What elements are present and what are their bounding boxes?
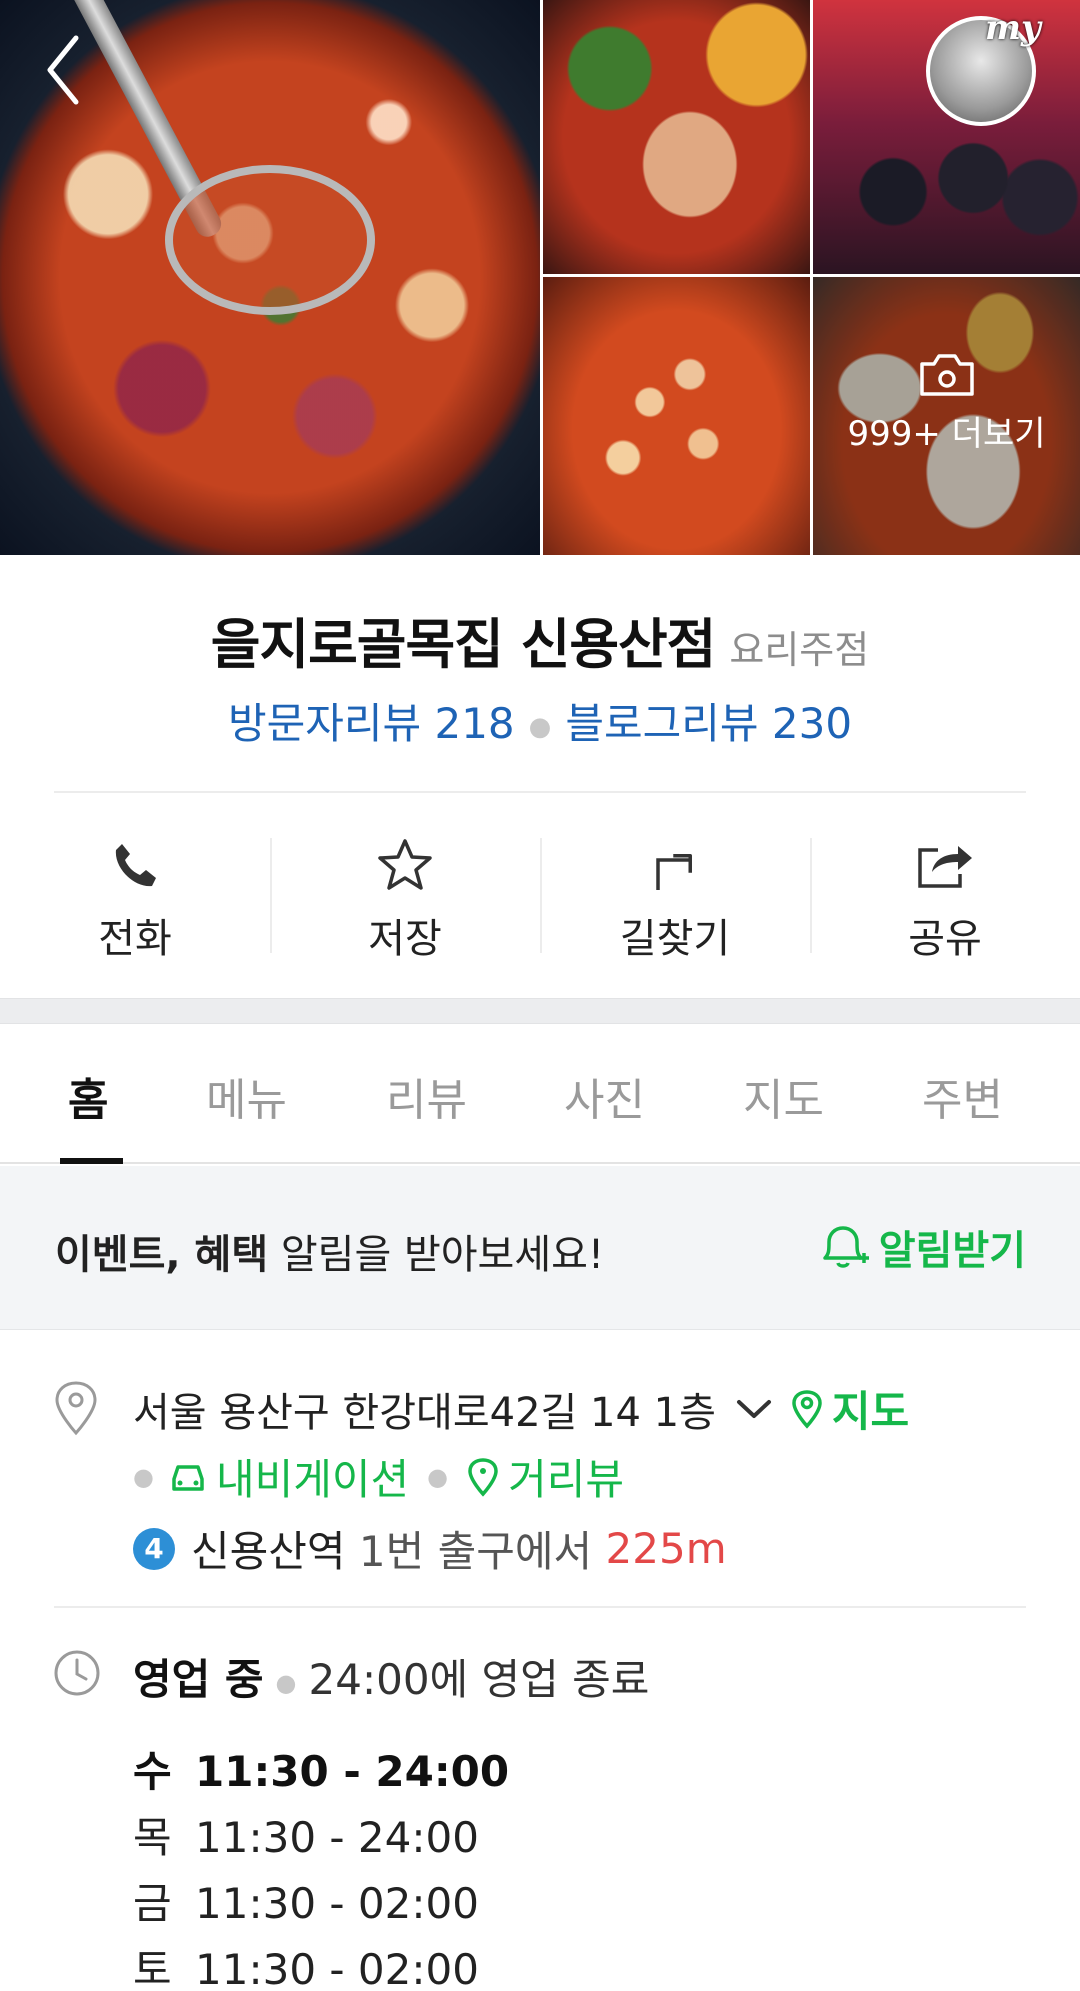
separator-dot: ● <box>133 1462 154 1491</box>
station-name: 신용산역 <box>191 1527 346 1576</box>
separator-dot: ● <box>427 1462 449 1491</box>
save-label: 저장 <box>368 916 442 962</box>
hours-time: 11:30 - 02:00 <box>195 1879 479 1928</box>
hours-time: 11:30 - 02:00 <box>195 1945 479 1991</box>
car-icon <box>172 1464 204 1491</box>
tab-reviews[interactable]: 리뷰 <box>386 1064 467 1128</box>
visitor-reviews-link[interactable]: 방문자리뷰 218 <box>228 699 515 748</box>
hours-row-today: 수 11:30 - 24:00 <box>133 1738 509 1804</box>
place-name: 을지로골목집 신용산점 <box>210 613 717 676</box>
navigation-label: 내비게이션 <box>215 1455 410 1504</box>
tab-home[interactable]: 홈 <box>68 1064 108 1128</box>
chevron-left-icon <box>47 35 79 105</box>
share-button[interactable]: 공유 <box>810 820 1080 970</box>
share-label: 공유 <box>908 916 982 962</box>
tab-nearby[interactable]: 주변 <box>922 1064 1003 1128</box>
place-category: 요리주점 <box>729 628 870 672</box>
bell-plus-icon <box>823 1226 869 1268</box>
hours-day: 수 <box>133 1747 172 1796</box>
hours-row: 금 11:30 - 02:00 <box>133 1870 509 1936</box>
divider <box>54 1606 1026 1608</box>
hours-day: 토 <box>133 1945 172 1991</box>
review-links: 방문자리뷰 218 ● 블로그리뷰 230 <box>0 690 1080 751</box>
active-tab-indicator <box>60 1158 123 1164</box>
share-icon <box>918 846 972 888</box>
directions-button[interactable]: 길찾기 <box>540 820 810 970</box>
more-photos-label: 999+ 더보기 <box>847 414 1046 454</box>
back-button[interactable] <box>44 30 104 110</box>
save-button[interactable]: 저장 <box>270 820 540 970</box>
star-icon <box>378 839 432 890</box>
address-links-row: ● 내비게이션 ● 거리뷰 <box>133 1446 624 1507</box>
subscribe-alerts-button[interactable]: 알림받기 <box>819 1218 1026 1276</box>
notification-text: 이벤트, 혜택 알림을 받아보세요! <box>55 1222 604 1280</box>
distance-text: 225m <box>605 1524 727 1573</box>
map-link[interactable]: 지도 <box>790 1378 909 1439</box>
subway-line-badge: 4 <box>133 1527 175 1570</box>
hours-day: 금 <box>133 1879 172 1928</box>
address-text: 서울 용산구 한강대로42길 14 1층 <box>133 1389 716 1436</box>
my-badge: my <box>985 8 1041 48</box>
closing-time: 24:00에 영업 종료 <box>308 1655 650 1704</box>
directions-icon <box>656 854 692 890</box>
map-link-label: 지도 <box>831 1387 910 1436</box>
phone-icon <box>115 844 156 887</box>
notification-banner: 이벤트, 혜택 알림을 받아보세요! 알림받기 <box>0 1166 1080 1330</box>
call-button[interactable]: 전화 <box>0 820 270 970</box>
subway-row: 4 신용산역 1번 출구에서 225m <box>133 1518 727 1579</box>
streetview-label: 거리뷰 <box>508 1455 625 1504</box>
call-label: 전화 <box>98 916 172 962</box>
navigation-link[interactable]: 내비게이션 <box>168 1446 409 1507</box>
more-photos-button[interactable]: 999+ 더보기 <box>813 352 1080 455</box>
open-status: 영업 중 <box>133 1655 264 1704</box>
clock-icon <box>54 1650 100 1696</box>
street-pin-icon <box>468 1457 498 1497</box>
map-pin-icon <box>792 1389 822 1429</box>
streetview-link[interactable]: 거리뷰 <box>466 1446 624 1507</box>
divider <box>54 791 1026 793</box>
camera-icon <box>919 354 974 396</box>
ladle-bowl-graphic <box>165 165 375 315</box>
tab-bar: 홈 메뉴 리뷰 사진 지도 주변 <box>0 1024 1080 1164</box>
directions-label: 길찾기 <box>619 916 731 962</box>
photo-thumb-1[interactable] <box>543 0 810 274</box>
business-status[interactable]: 영업 중 ● 24:00에 영업 종료 <box>133 1646 649 1707</box>
hours-list: 수 11:30 - 24:00 목 11:30 - 24:00 금 11:30 - 0… <box>133 1738 509 1991</box>
hours-time: 11:30 - 24:00 <box>195 1813 479 1862</box>
place-header: 을지로골목집 신용산점 요리주점 <box>0 600 1080 679</box>
exit-text: 1번 출구에서 <box>345 1527 606 1576</box>
hours-row: 토 11:30 - 02:00 <box>133 1936 509 1991</box>
tab-photos[interactable]: 사진 <box>564 1064 645 1128</box>
notification-bold-text: 이벤트, 혜택 <box>55 1232 269 1278</box>
separator-dot: ● <box>528 711 552 742</box>
location-pin-icon <box>55 1381 97 1436</box>
address-row: 서울 용산구 한강대로42길 14 1층 지도 <box>133 1378 909 1439</box>
notification-rest-text: 알림을 받아보세요! <box>268 1232 604 1278</box>
tab-map[interactable]: 지도 <box>743 1064 824 1128</box>
blog-reviews-link[interactable]: 블로그리뷰 230 <box>565 699 852 748</box>
section-separator <box>0 998 1080 1024</box>
hours-time: 11:30 - 24:00 <box>195 1747 510 1796</box>
action-bar: 전화 저장 길찾기 공유 <box>0 820 1080 970</box>
photo-gallery: my 999+ 더보기 <box>0 0 1080 555</box>
chevron-down-icon[interactable] <box>736 1398 772 1420</box>
hours-day: 목 <box>133 1813 172 1862</box>
separator-dot: ● <box>275 1668 297 1697</box>
subscribe-alerts-label: 알림받기 <box>878 1228 1026 1274</box>
photo-thumb-3[interactable] <box>543 277 810 555</box>
tab-menu[interactable]: 메뉴 <box>206 1064 287 1128</box>
hours-row: 목 11:30 - 24:00 <box>133 1804 509 1870</box>
